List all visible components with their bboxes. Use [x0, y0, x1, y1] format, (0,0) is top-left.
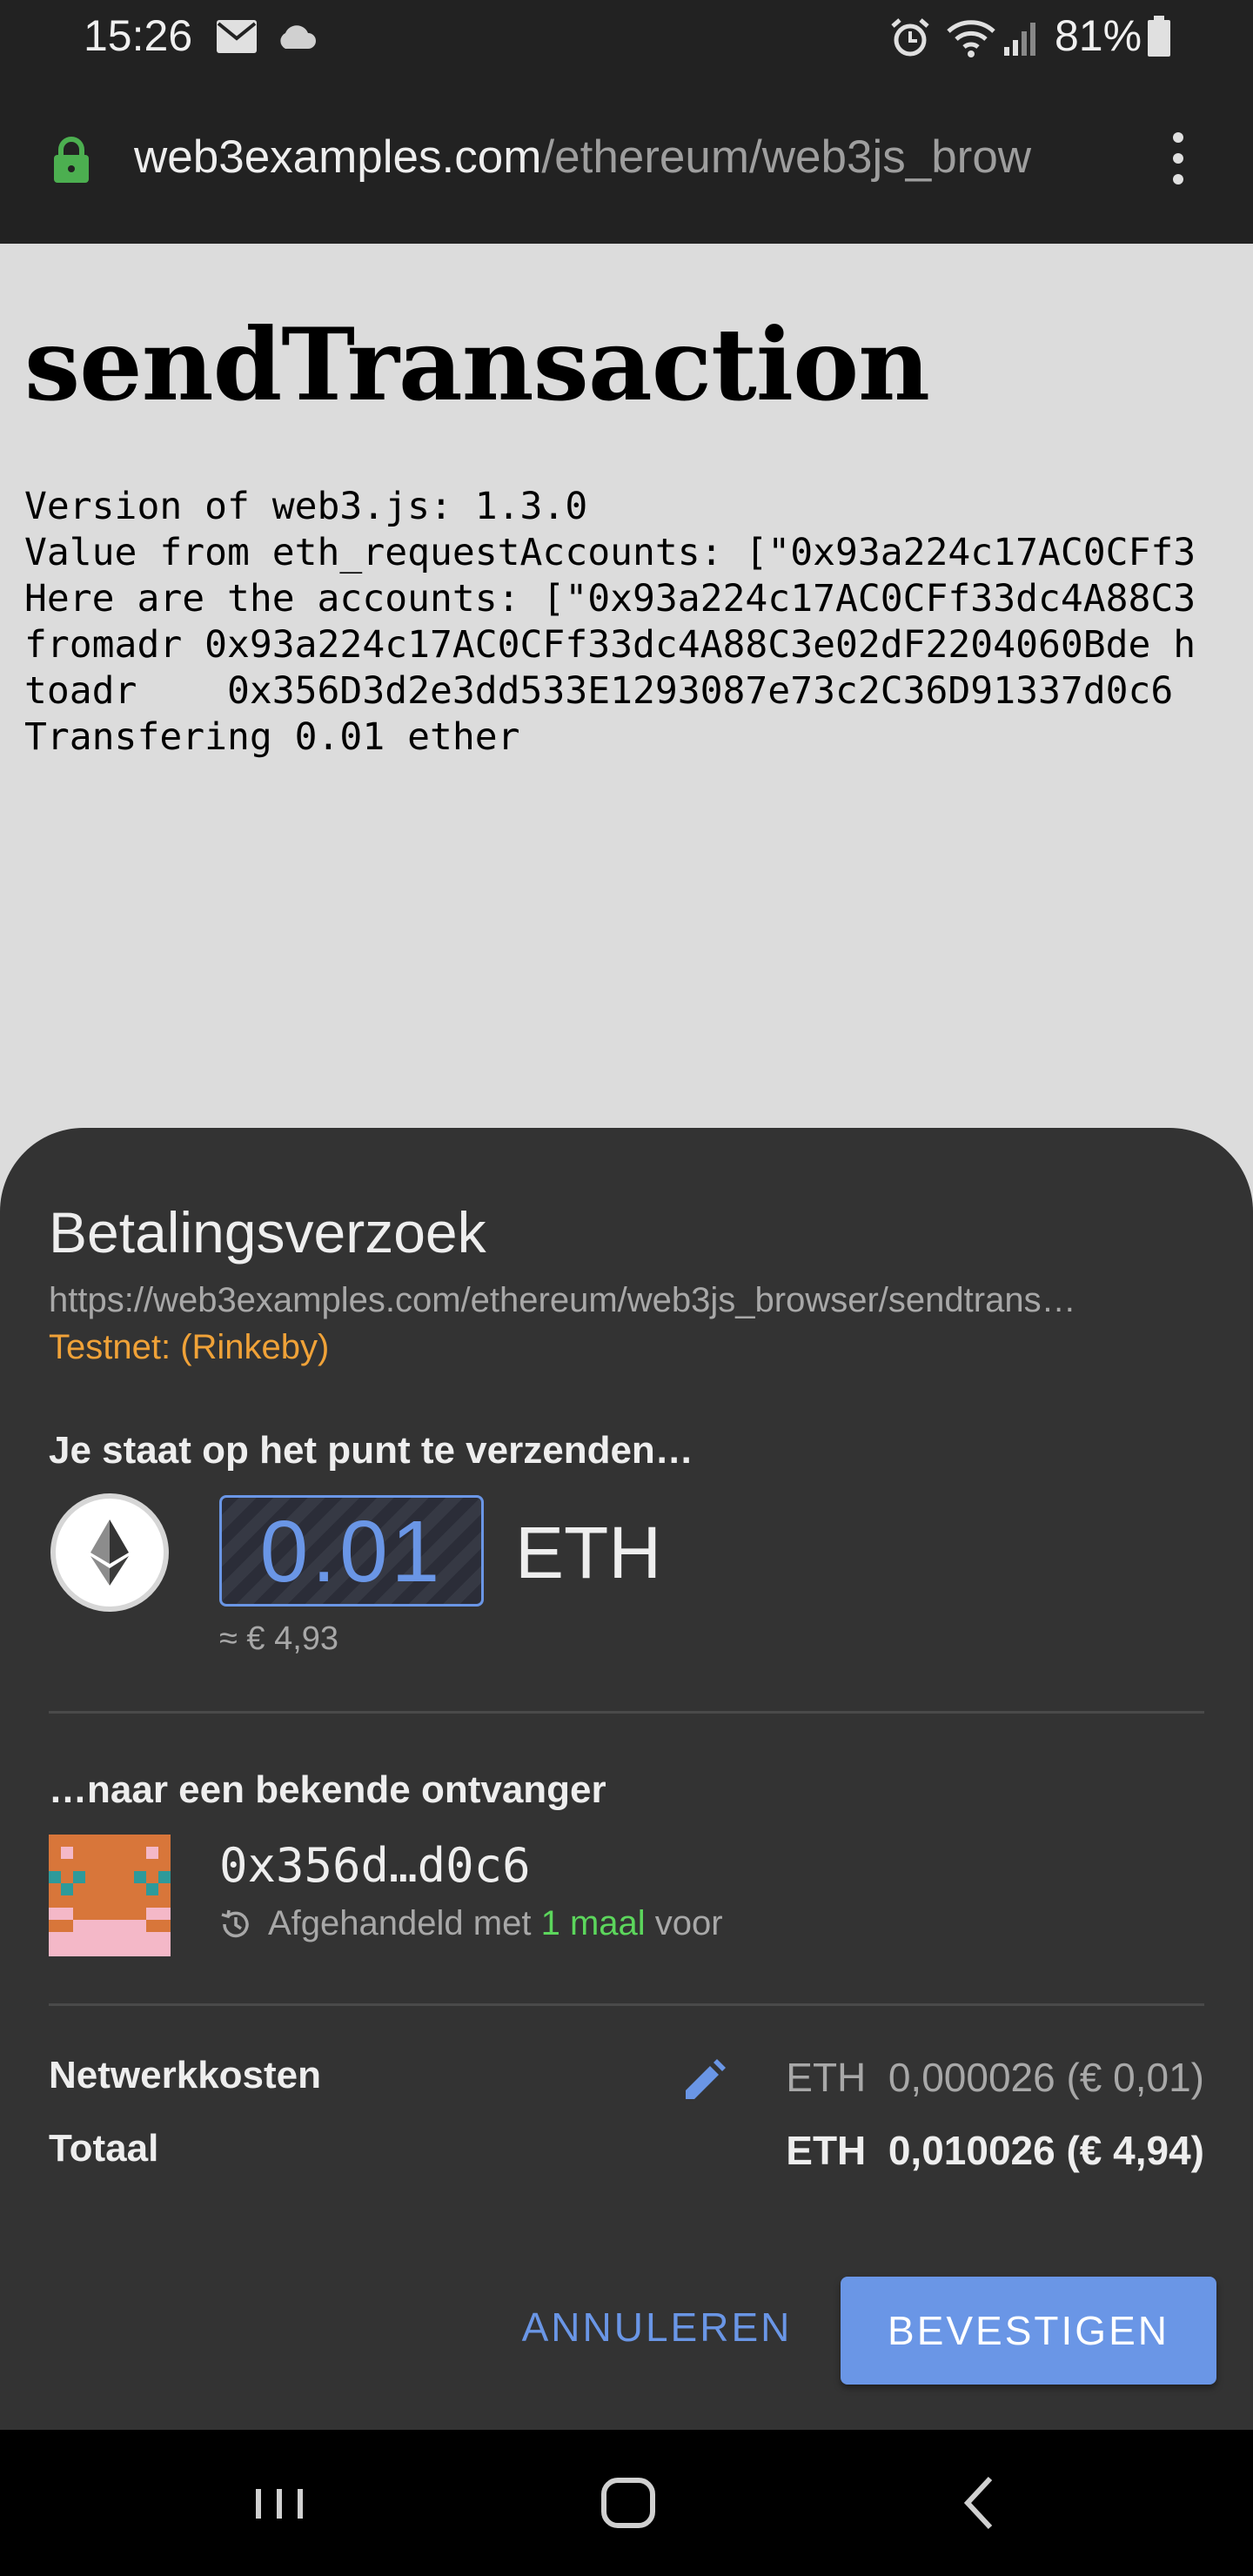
- lock-icon: [54, 137, 89, 183]
- output-log: Version of web3.js: 1.3.0 Value from eth_…: [24, 484, 1253, 761]
- log-line: Version of web3.js: 1.3.0: [24, 485, 588, 528]
- history-count: 1 maal: [540, 1904, 646, 1942]
- recent-apps-icon[interactable]: [252, 2468, 306, 2538]
- send-heading: Je staat op het punt te verzenden…: [49, 1429, 694, 1472]
- home-icon[interactable]: [600, 2468, 656, 2538]
- total-label: Totaal: [49, 2127, 159, 2170]
- fiat-approximation: ≈ € 4,93: [219, 1620, 339, 1657]
- payment-request-sheet: Betalingsverzoek https://web3examples.co…: [0, 1128, 1253, 2430]
- edit-pencil-icon[interactable]: [680, 2057, 727, 2104]
- sheet-title: Betalingsverzoek: [49, 1200, 486, 1265]
- ethereum-diamond-icon: [90, 1519, 129, 1586]
- history-suffix: voor: [654, 1904, 723, 1942]
- log-line: toadr 0x356D3d2e3dd533E1293087e73c2C36D9…: [24, 669, 1174, 713]
- total-value: ETH 0,010026 (€ 4,94): [786, 2128, 1204, 2173]
- log-line: fromadr 0x93a224c17AC0CFf33dc4A88C3e02dF…: [24, 623, 1196, 667]
- divider: [49, 2003, 1204, 2006]
- status-time: 15:26: [84, 11, 193, 60]
- battery-icon: [1148, 16, 1170, 57]
- request-origin-url: https://web3examples.com/ethereum/web3js…: [49, 1281, 1076, 1319]
- cancel-button[interactable]: ANNULEREN: [505, 2275, 809, 2379]
- confirm-button[interactable]: BEVESTIGEN: [841, 2277, 1216, 2385]
- network-label: Testnet: (Rinkeby): [49, 1328, 330, 1366]
- overflow-menu-icon[interactable]: [1168, 131, 1189, 186]
- log-line: Here are the accounts: ["0x93a224c17AC0C…: [24, 577, 1196, 621]
- amount-unit: ETH: [515, 1512, 661, 1593]
- recipient-identicon: [49, 1835, 171, 1956]
- back-icon[interactable]: [961, 2468, 999, 2538]
- page-title: sendTransaction: [24, 306, 930, 423]
- history-text: Afgehandeld met 1 maal voor: [268, 1904, 723, 1943]
- web-page-content: sendTransaction Version of web3.js: 1.3.…: [0, 244, 1253, 1131]
- log-line: Value from eth_requestAccounts: ["0x93a2…: [24, 531, 1196, 574]
- network-fee-label: Netwerkkosten: [49, 2054, 322, 2096]
- history-icon: [221, 1909, 249, 1938]
- recipient-heading: …naar een bekende ontvanger: [49, 1768, 606, 1811]
- wifi-icon: [947, 20, 995, 57]
- status-bar: 15:26 81%: [0, 0, 1253, 77]
- alarm-icon: [891, 18, 929, 57]
- history-prefix: Afgehandeld met: [268, 1904, 532, 1942]
- cloud-icon: [280, 25, 316, 49]
- url-text[interactable]: web3examples.com/ethereum/web3js_brow: [134, 131, 1117, 184]
- network-fee-value: ETH 0,000026 (€ 0,01): [786, 2055, 1204, 2100]
- log-line: Transfering 0.01 ether: [24, 715, 520, 759]
- amount-input[interactable]: 0.01: [219, 1495, 484, 1607]
- mail-icon: [217, 20, 257, 53]
- battery-percentage: 81%: [1055, 11, 1142, 60]
- url-host: web3examples.com: [134, 131, 542, 183]
- divider: [49, 1711, 1204, 1714]
- url-path: /ethereum/web3js_brow: [541, 131, 1032, 183]
- browser-url-bar[interactable]: web3examples.com/ethereum/web3js_brow: [0, 77, 1253, 244]
- system-navigation-bar: [0, 2430, 1253, 2576]
- recipient-address: 0x356d…d0c6: [219, 1838, 531, 1893]
- ethereum-logo-icon: [50, 1493, 169, 1612]
- signal-icon: [1004, 23, 1035, 56]
